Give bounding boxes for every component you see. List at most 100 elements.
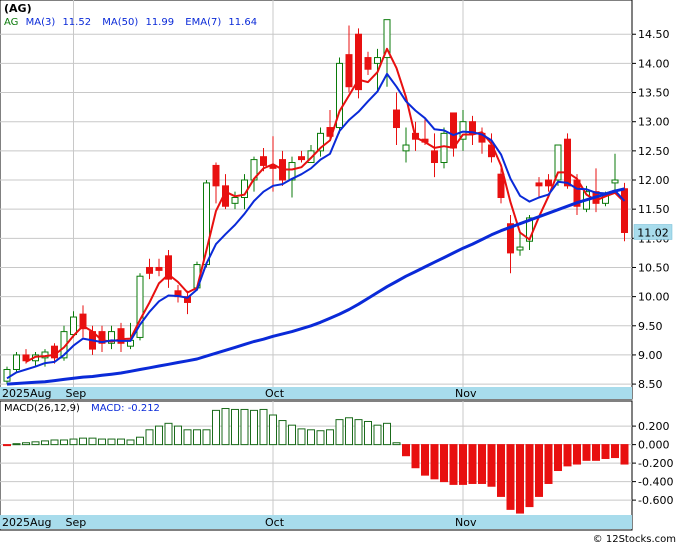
candle-body (393, 109, 400, 129)
macd-bar (212, 409, 220, 446)
macd-bar (174, 425, 182, 446)
macd-tick-label: 0.000 (638, 439, 670, 452)
macd-bar (392, 442, 401, 446)
macd-month-label: Sep (66, 516, 87, 529)
macd-bar (487, 444, 496, 487)
macd-bar (430, 444, 439, 480)
macd-tick-label: -0.400 (638, 476, 673, 489)
price-tick-label: 12.00 (638, 174, 670, 187)
candle-body (564, 138, 571, 187)
macd-bar (240, 408, 249, 446)
candle-body (3, 369, 11, 382)
macd-legend-label: MACD(26,12,9) (4, 403, 80, 414)
candle-body (402, 144, 410, 152)
macd-bar (611, 444, 619, 459)
macd-bar (459, 444, 467, 485)
legend-ma3-label: MA(3) (26, 17, 56, 28)
macd-bar (601, 444, 610, 459)
macd-legend-value-label: MACD: (91, 403, 124, 414)
price-tick-label: 10.50 (638, 261, 670, 274)
candle-body (545, 179, 552, 187)
candle-body (535, 182, 543, 187)
price-month-label: Nov (455, 387, 477, 400)
macd-bar (525, 444, 534, 508)
macd-bar (3, 444, 11, 447)
macd-bar (592, 444, 600, 461)
macd-bar (307, 429, 315, 446)
candle-body (611, 179, 619, 184)
macd-bar (231, 408, 239, 446)
macd-bar (449, 444, 458, 485)
candle-body (298, 156, 305, 161)
macd-bar (297, 428, 306, 446)
macd-date-band (0, 515, 632, 529)
macd-bar (50, 439, 59, 446)
macd-bar (79, 437, 87, 446)
macd-bar (117, 438, 125, 446)
stock-chart: 2025Aug Sep Oct Nov 14.50 14.00 13.50 13.00 12.… (0, 0, 680, 546)
last-price-label: 11.02 (637, 226, 669, 239)
macd-tick-label: -0.200 (638, 457, 673, 470)
macd-bar (516, 444, 524, 514)
macd-bar (145, 429, 154, 446)
macd-bar (288, 424, 296, 446)
macd-bar (107, 438, 116, 446)
macd-bar (250, 409, 258, 446)
macd-month-label: 2025Aug (2, 516, 51, 529)
macd-bar (535, 444, 543, 497)
candle-body (497, 173, 505, 199)
price-tick-label: 10.00 (638, 291, 670, 304)
legend-ema7-value: 11.64 (228, 17, 257, 28)
macd-bar (421, 444, 429, 476)
macd-bar (31, 441, 40, 446)
price-tick-label: 8.50 (638, 378, 663, 391)
legend-symbol: AG (4, 17, 18, 28)
macd-bar (269, 414, 277, 446)
price-tick-label: 14.00 (638, 57, 670, 70)
candle-body (70, 316, 77, 336)
legend-ema7-label: EMA(7) (185, 17, 221, 28)
candle-body (212, 164, 220, 187)
candle-body (146, 266, 153, 274)
macd-legend: MACD(26,12,9) MACD: -0.212 (4, 403, 160, 414)
macd-bar (345, 417, 353, 446)
macd-bar (60, 439, 68, 446)
macd-bar (278, 420, 287, 446)
candle-body (13, 354, 20, 371)
macd-y-axis: 0.200 0.000 -0.200 -0.400 -0.600 (632, 420, 673, 507)
candle-body (260, 156, 267, 166)
price-tick-label: 13.00 (638, 116, 670, 129)
candle-body (345, 54, 353, 88)
macd-legend-value: -0.212 (128, 403, 160, 414)
macd-bar (563, 444, 572, 467)
chart-canvas: 2025Aug Sep Oct Nov 14.50 14.00 13.50 13.00 12.… (0, 0, 676, 545)
legend-ma50-label: MA(50) (102, 17, 138, 28)
macd-bar (573, 444, 581, 465)
candle-body (231, 197, 239, 204)
macd-panel: 2025Aug Sep Oct Nov 0.200 0.000 -0.200 -0.400 -… (0, 400, 673, 531)
macd-bar (88, 437, 97, 446)
macd-bar (164, 422, 173, 446)
macd-bar (373, 424, 382, 446)
macd-bar (440, 444, 448, 483)
last-price-tag: 11.02 (633, 224, 673, 240)
price-tick-label: 9.50 (638, 320, 663, 333)
candle-body (431, 150, 438, 164)
price-month-label: Oct (265, 387, 285, 400)
price-tick-label: 14.50 (638, 28, 670, 41)
macd-bar (335, 419, 344, 446)
macd-bar (411, 444, 420, 469)
macd-bar (354, 419, 363, 446)
macd-bar (193, 429, 201, 446)
candle-body (155, 266, 163, 271)
price-panel: 2025Aug Sep Oct Nov 14.50 14.00 13.50 13.00 12.… (0, 0, 673, 400)
candle-body (450, 112, 457, 149)
price-legend: AG MA(3) 11.52 MA(50) 11.99 EMA(7) 11.64 (4, 17, 257, 28)
macd-bar (478, 444, 486, 484)
macd-bar (468, 444, 477, 484)
macd-bar (326, 429, 334, 446)
macd-bar (497, 444, 505, 497)
macd-bar (364, 420, 372, 446)
macd-bar (98, 438, 106, 446)
macd-bar (554, 444, 562, 472)
